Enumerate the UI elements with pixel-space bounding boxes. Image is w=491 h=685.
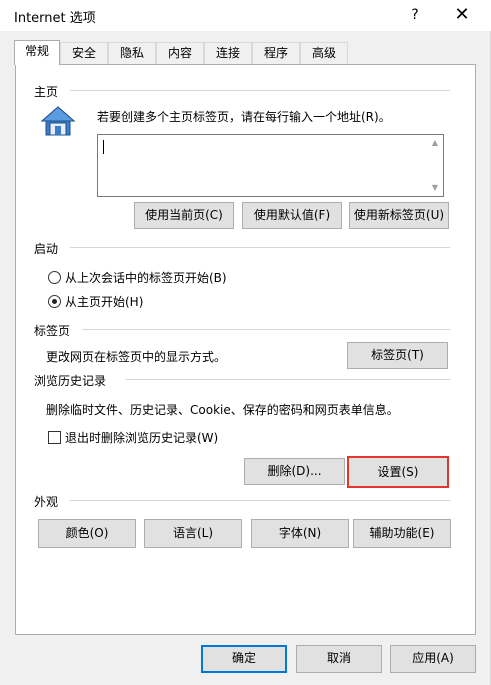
languages-button[interactable]: 语言(L) (144, 519, 242, 548)
scroll-up-icon[interactable]: ▲ (429, 137, 441, 149)
use-current-button[interactable]: 使用当前页(C) (134, 202, 234, 229)
delete-history-button[interactable]: 删除(D)... (244, 458, 345, 485)
ok-button[interactable]: 确定 (201, 645, 287, 673)
home-description: 若要创建多个主页标签页，请在每行输入一个地址(R)。 (97, 110, 391, 124)
cancel-button[interactable]: 取消 (296, 645, 382, 673)
startup-option-homepage[interactable]: 从主页开始(H) (48, 293, 143, 310)
tab-connections[interactable]: 连接 (204, 42, 252, 64)
tabs-description: 更改网页在标签页中的显示方式。 (46, 350, 227, 364)
section-divider (126, 379, 450, 380)
tab-content[interactable]: 内容 (156, 42, 204, 64)
tab-security[interactable]: 安全 (60, 42, 108, 64)
startup-option-last-session[interactable]: 从上次会话中的标签页开始(B) (48, 269, 227, 286)
section-title-startup: 启动 (34, 242, 59, 256)
history-description: 删除临时文件、历史记录、Cookie、保存的密码和网页表单信息。 (46, 403, 399, 417)
tab-advanced[interactable]: 高级 (300, 42, 348, 64)
section-title-tabs: 标签页 (34, 324, 71, 338)
scroll-down-icon[interactable]: ▼ (429, 182, 441, 194)
checkbox-label: 退出时删除浏览历史记录(W) (65, 431, 219, 445)
section-divider (82, 329, 450, 330)
tabs-button[interactable]: 标签页(T) (347, 342, 448, 369)
tab-general[interactable]: 常规 (14, 40, 60, 65)
use-new-tab-button[interactable]: 使用新标签页(U) (349, 202, 449, 229)
help-button[interactable]: ? (400, 3, 430, 27)
section-divider (70, 247, 450, 248)
radio-button[interactable] (48, 295, 61, 308)
title-bar: Internet 选项 ? ✕ (0, 0, 491, 31)
accessibility-button[interactable]: 辅助功能(E) (353, 519, 451, 548)
close-icon[interactable]: ✕ (444, 3, 480, 27)
section-title-history: 浏览历史记录 (34, 374, 107, 388)
delete-on-exit-option[interactable]: 退出时删除浏览历史记录(W) (48, 429, 218, 446)
radio-button[interactable] (48, 271, 61, 284)
section-divider (70, 90, 450, 91)
use-default-button[interactable]: 使用默认值(F) (242, 202, 342, 229)
apply-button[interactable]: 应用(A) (390, 645, 476, 673)
internet-options-dialog: Internet 选项 ? ✕ 常规 安全 隐私 内容 连接 程序 高级 主页 … (0, 0, 491, 685)
fonts-button[interactable]: 字体(N) (251, 519, 349, 548)
tab-programs[interactable]: 程序 (252, 42, 300, 64)
checkbox[interactable] (48, 431, 61, 444)
tab-privacy[interactable]: 隐私 (108, 42, 156, 64)
colors-button[interactable]: 颜色(O) (38, 519, 136, 548)
history-settings-button[interactable]: 设置(S) (347, 456, 449, 488)
general-tab-panel: 主页 若要创建多个主页标签页，请在每行输入一个地址(R)。 ▲ ▼ 使用当前页(… (15, 64, 476, 635)
text-caret (103, 140, 104, 154)
radio-label: 从上次会话中的标签页开始(B) (65, 271, 227, 285)
window-title: Internet 选项 (14, 11, 96, 26)
section-title-appearance: 外观 (34, 495, 59, 509)
radio-label: 从主页开始(H) (65, 295, 144, 309)
section-title-home: 主页 (34, 85, 59, 99)
section-divider (70, 500, 450, 501)
house-icon (40, 106, 76, 136)
home-page-textarea[interactable]: ▲ ▼ (97, 134, 444, 197)
